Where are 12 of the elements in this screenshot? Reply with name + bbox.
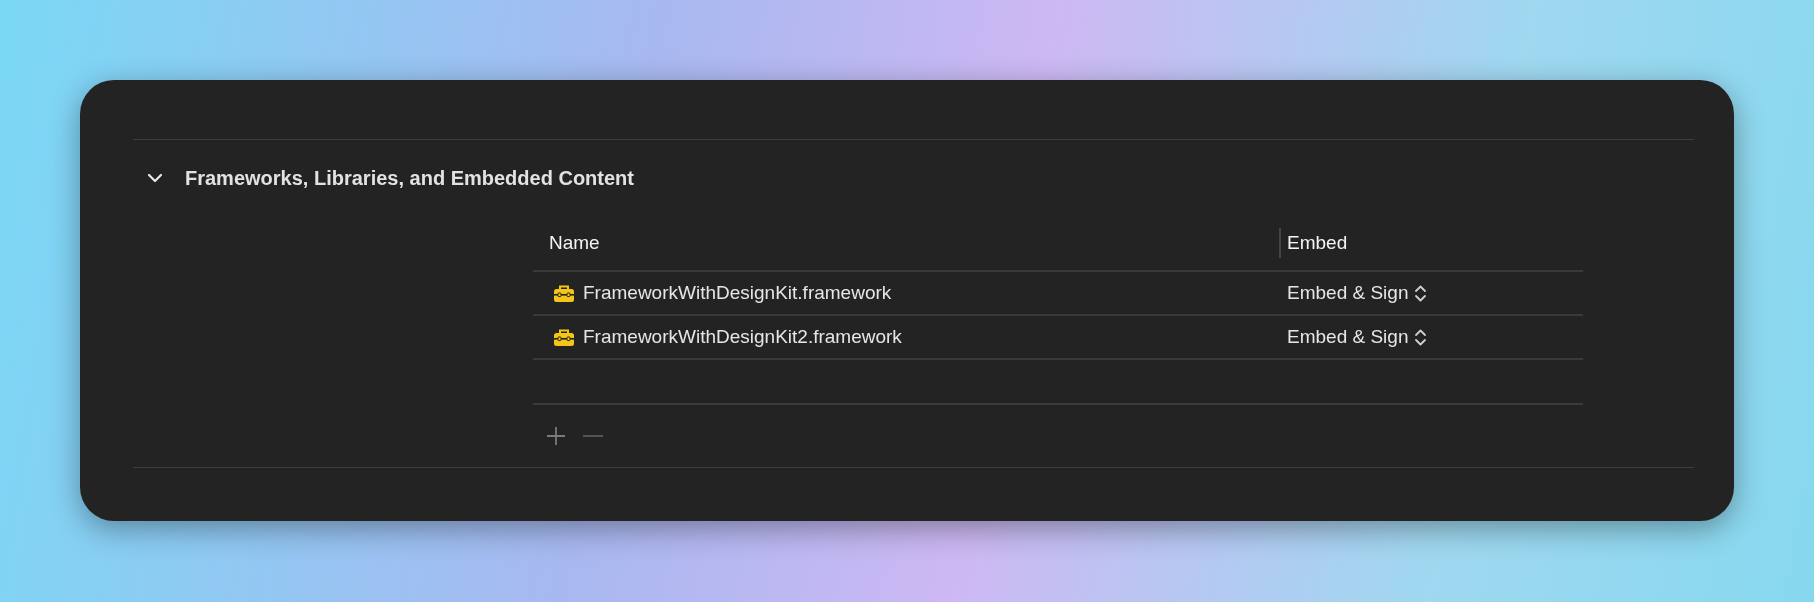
file-name: FrameworkWithDesignKit2.framework [583,326,902,348]
file-name: FrameworkWithDesignKit.framework [583,282,892,304]
updown-chevron-icon [1414,283,1428,303]
embed-popup[interactable]: Embed & Sign [1283,280,1432,306]
embed-popup[interactable]: Embed & Sign [1283,324,1432,350]
toolbox-icon [553,327,575,347]
toolbox-icon [553,283,575,303]
section-title: Frameworks, Libraries, and Embedded Content [185,166,634,190]
add-button[interactable] [545,425,567,447]
updown-chevron-icon [1414,327,1428,347]
column-header[interactable]: Name [533,232,1279,254]
column-header[interactable]: Embed [1279,228,1583,258]
